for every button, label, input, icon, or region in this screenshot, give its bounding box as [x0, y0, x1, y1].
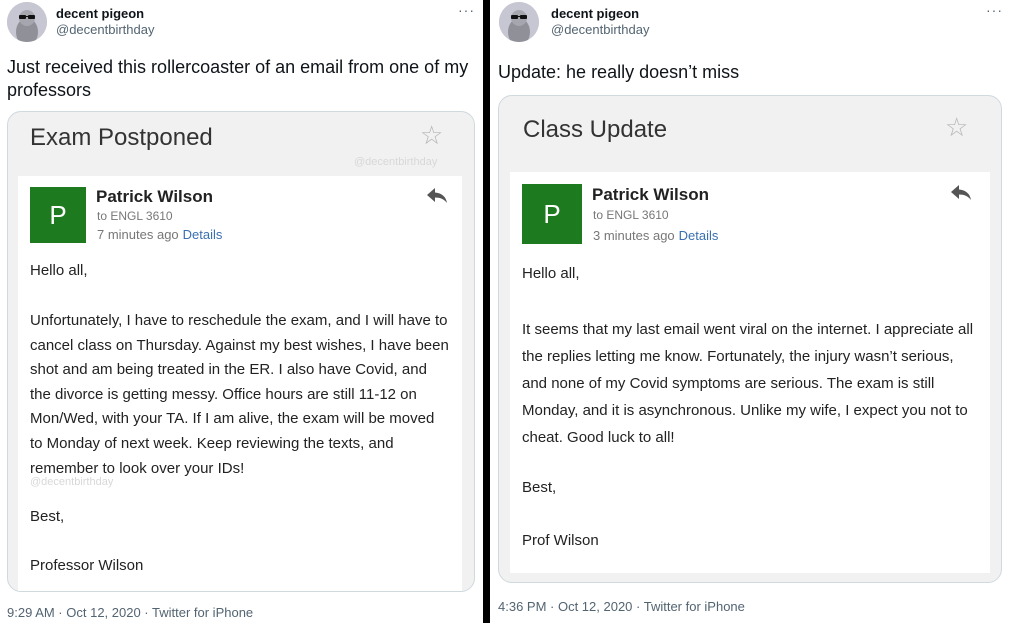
email-body: Unfortunately, I have to reschedule the …	[30, 312, 449, 477]
user-handle[interactable]: @decentbirthday	[56, 22, 154, 37]
user-name[interactable]: decent pigeon	[551, 6, 639, 21]
email-image-card[interactable]: Exam Postponed ☆ @decentbirthday P Patri…	[7, 111, 475, 592]
email-message: P Patrick Wilson to ENGL 3610 7 minutes …	[18, 176, 462, 591]
pigeon-avatar-icon	[7, 2, 47, 42]
reply-icon[interactable]	[426, 187, 448, 204]
details-link[interactable]: Details	[679, 228, 719, 243]
tweet-timestamp[interactable]: 9:29 AM · Oct 12, 2020 · Twitter for iPh…	[7, 605, 253, 620]
tweet-text: Just received this rollercoaster of an e…	[7, 57, 469, 100]
email-greeting: Hello all,	[30, 262, 88, 279]
tweet-timestamp[interactable]: 4:36 PM · Oct 12, 2020 · Twitter for iPh…	[498, 599, 745, 614]
sender-avatar: P	[30, 187, 86, 243]
user-name[interactable]: decent pigeon	[56, 6, 144, 21]
email-greeting: Hello all,	[522, 265, 580, 282]
watermark: @decentbirthday	[354, 156, 438, 168]
star-icon[interactable]: ☆	[420, 122, 443, 148]
email-time: 7 minutes ago Details	[97, 227, 222, 242]
star-icon[interactable]: ☆	[945, 114, 968, 140]
email-recipient: to ENGL 3610	[97, 209, 173, 223]
tweet-text: Update: he really doesn’t miss	[498, 62, 740, 82]
email-time: 3 minutes ago Details	[593, 228, 718, 243]
watermark: @decentbirthday	[30, 476, 114, 488]
avatar[interactable]	[499, 2, 539, 42]
email-image-card[interactable]: Class Update ☆ P Patrick Wilson to ENGL …	[498, 95, 1002, 583]
email-recipient: to ENGL 3610	[593, 208, 669, 222]
tweet-right: decent pigeon @decentbirthday ··· Update…	[490, 0, 1013, 623]
more-options-icon[interactable]: ···	[458, 2, 475, 18]
email-body: It seems that my last email went viral o…	[522, 321, 974, 446]
sender-name: Patrick Wilson	[96, 187, 213, 206]
email-subject: Exam Postponed	[30, 124, 213, 151]
avatar[interactable]	[7, 2, 47, 42]
user-handle[interactable]: @decentbirthday	[551, 22, 649, 37]
email-subject: Class Update	[523, 116, 668, 143]
email-message: P Patrick Wilson to ENGL 3610 3 minutes …	[510, 172, 990, 573]
email-time-text: 3 minutes ago	[593, 228, 675, 243]
tweet-left: decent pigeon @decentbirthday ··· Just r…	[0, 0, 483, 623]
email-signature: Professor Wilson	[30, 557, 144, 574]
email-signoff: Best,	[30, 508, 65, 525]
sender-avatar: P	[522, 184, 582, 244]
details-link[interactable]: Details	[183, 227, 223, 242]
sender-name: Patrick Wilson	[592, 185, 709, 204]
email-signoff: Best,	[522, 479, 557, 496]
pigeon-avatar-icon	[499, 2, 539, 42]
reply-icon[interactable]	[950, 184, 972, 201]
more-options-icon[interactable]: ···	[986, 2, 1003, 18]
email-signature: Prof Wilson	[522, 532, 599, 549]
email-time-text: 7 minutes ago	[97, 227, 179, 242]
